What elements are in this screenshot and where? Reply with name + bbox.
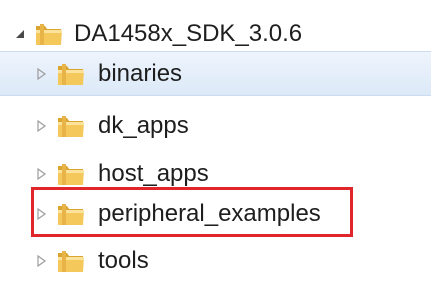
tree-item-label: binaries [98, 59, 183, 87]
tree-item-binaries[interactable]: binaries [0, 51, 431, 96]
collapsed-arrow-icon[interactable] [35, 254, 47, 268]
tree-item-tools[interactable]: tools [0, 237, 431, 285]
folder-icon [58, 204, 84, 225]
tree-item-peripheral-examples[interactable]: peripheral_examples [0, 190, 431, 238]
tree-item-label: peripheral_examples [98, 200, 321, 227]
folder-icon [58, 63, 84, 85]
folder-tree: DA1458x_SDK_3.0.6 binaries dk_apps host_… [0, 0, 431, 280]
folder-icon [36, 24, 62, 45]
tree-item-label: host_apps [98, 160, 209, 187]
collapsed-arrow-icon[interactable] [35, 119, 47, 133]
tree-item-label: dk_apps [98, 112, 189, 139]
folder-icon [58, 164, 84, 185]
folder-icon [58, 116, 84, 137]
tree-root-label: DA1458x_SDK_3.0.6 [74, 20, 303, 47]
folder-icon [58, 251, 84, 272]
collapsed-arrow-icon[interactable] [35, 67, 47, 81]
collapsed-arrow-icon[interactable] [35, 207, 47, 221]
tree-item-label: tools [98, 247, 149, 274]
expanded-arrow-icon[interactable] [14, 27, 26, 41]
collapsed-arrow-icon[interactable] [35, 167, 47, 181]
tree-item-dk-apps[interactable]: dk_apps [0, 102, 431, 150]
